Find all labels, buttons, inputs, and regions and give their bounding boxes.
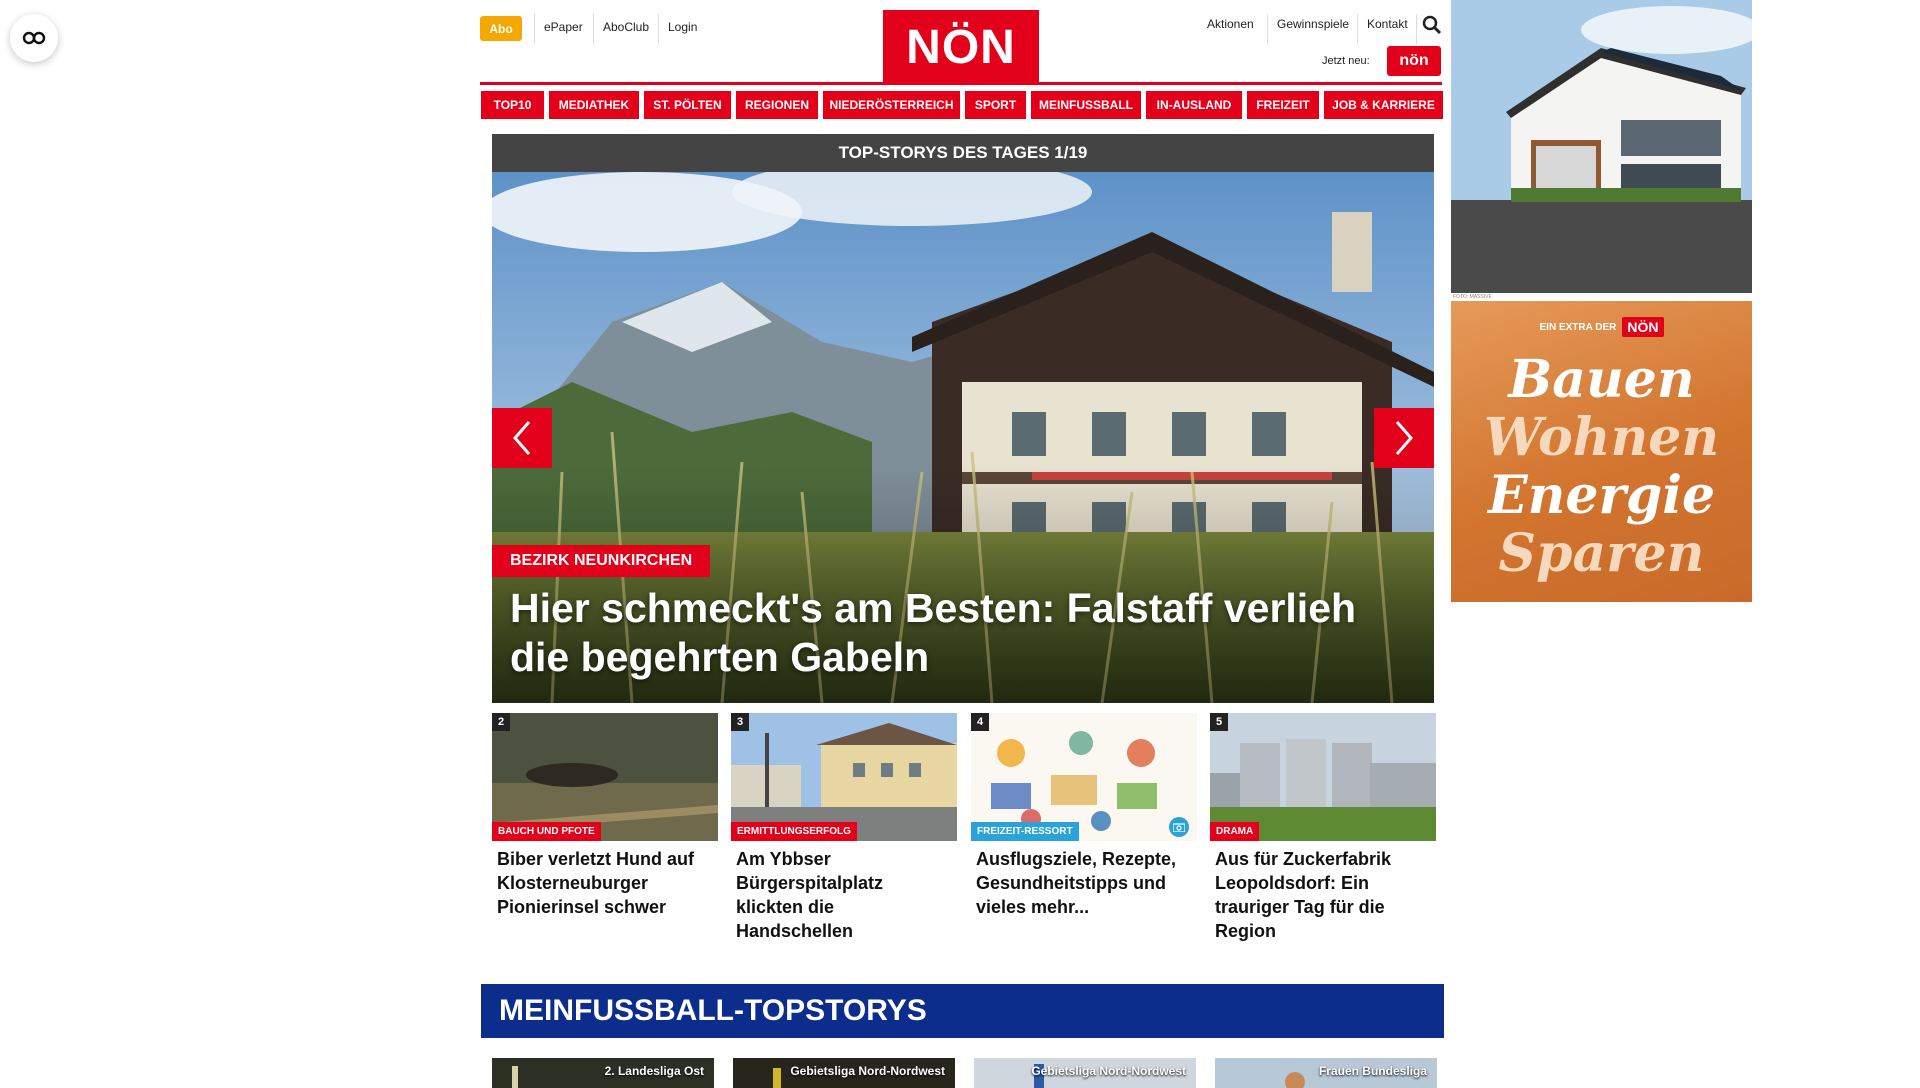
league-label: 2. Landesliga Ost: [604, 1064, 704, 1078]
meinfussball-section-heading[interactable]: MEINFUSSBALL-TOPSTORYS: [481, 984, 1444, 1038]
site-header: Abo ePaper AboClub Login NÖN Aktionen Ge…: [480, 10, 1442, 84]
nav-item-niederoesterreich[interactable]: NIEDERÖSTERREICH: [823, 91, 960, 119]
football-story-thumb[interactable]: Frauen Bundesliga: [1215, 1058, 1437, 1088]
divider: [593, 14, 594, 44]
divider: [1267, 14, 1268, 44]
gewinnspiele-link[interactable]: Gewinnspiele: [1277, 17, 1349, 31]
top-stories-heading: TOP-STORYS DES TAGES 1/19: [492, 134, 1434, 172]
house-advertisement[interactable]: [1451, 0, 1752, 293]
chevron-right-icon: [1395, 421, 1413, 455]
carousel-prev-button[interactable]: [492, 408, 552, 468]
hero-category-tag[interactable]: BEZIRK NEUNKIRCHEN: [492, 545, 711, 577]
nav-item-mediathek[interactable]: MEDIATHEK: [549, 91, 639, 119]
story-card[interactable]: 2 BAUCH UND PFOTE Biber verletzt Hund au…: [492, 713, 718, 919]
story-title[interactable]: Am Ybbser Bürgerspitalplatz klickten die…: [731, 847, 957, 943]
story-card[interactable]: 4 FREIZEIT-RESSORT Ausflugsziele, Rezept…: [971, 713, 1197, 919]
jetzt-neu-label: Jetzt neu:: [1322, 55, 1370, 67]
nav-item-sport[interactable]: SPORT: [965, 91, 1026, 119]
story-card[interactable]: 3 ERMITTLUNGSERFOLG Am Ybbser Bürgerspit…: [731, 713, 957, 943]
football-story-thumb[interactable]: 2. Landesliga Ost: [492, 1058, 714, 1088]
bauen-wohnen-advertisement[interactable]: EIN EXTRA DER NÖN Bauen Wohnen Energie S…: [1451, 301, 1752, 602]
glasses-icon: [22, 31, 46, 45]
story-number: 2: [492, 713, 510, 731]
photo-credit: FOTO: MASSIVE: [1453, 294, 1492, 300]
football-story-thumb[interactable]: Gebietsliga Nord-Nordwest: [733, 1058, 955, 1088]
ad-extra-header: EIN EXTRA DER NÖN: [1451, 317, 1752, 337]
nav-item-in-ausland[interactable]: IN-AUSLAND: [1146, 91, 1242, 119]
divider: [1357, 14, 1358, 44]
accessibility-button[interactable]: [10, 14, 58, 62]
kontakt-link[interactable]: Kontakt: [1367, 17, 1408, 31]
house-photo: [1451, 0, 1752, 293]
story-image[interactable]: 2 BAUCH UND PFOTE: [492, 713, 718, 841]
nav-item-freizeit[interactable]: FREIZEIT: [1247, 91, 1319, 119]
mini-non-logo[interactable]: nön: [1387, 46, 1441, 76]
login-link[interactable]: Login: [668, 20, 697, 34]
story-image[interactable]: 4 FREIZEIT-RESSORT: [971, 713, 1197, 841]
story-card[interactable]: 5 DRAMA Aus für Zuckerfabrik Leopoldsdor…: [1210, 713, 1436, 943]
chevron-left-icon: [513, 421, 531, 455]
hero-slide[interactable]: BEZIRK NEUNKIRCHEN Hier schmeckt's am Be…: [492, 172, 1434, 703]
story-number: 4: [971, 713, 989, 731]
nav-item-job-karriere[interactable]: JOB & KARRIERE: [1324, 91, 1443, 119]
story-title[interactable]: Aus für Zuckerfabrik Leopoldsdorf: Ein t…: [1210, 847, 1436, 943]
ad-non-logo: NÖN: [1622, 317, 1664, 337]
nav-item-st-poelten[interactable]: ST. PÖLTEN: [644, 91, 731, 119]
league-label: Frauen Bundesliga: [1318, 1064, 1427, 1078]
main-nav: TOP10 MEDIATHEK ST. PÖLTEN REGIONEN NIED…: [481, 91, 1443, 119]
story-image[interactable]: 3 ERMITTLUNGSERFOLG: [731, 713, 957, 841]
non-logo[interactable]: NÖN: [883, 10, 1039, 84]
story-number: 5: [1210, 713, 1228, 731]
ad-word-sparen: Sparen: [1498, 523, 1705, 584]
story-number: 3: [731, 713, 749, 731]
ad-word-wohnen: Wohnen: [1483, 407, 1720, 468]
story-tag[interactable]: FREIZEIT-RESSORT: [971, 822, 1079, 841]
league-label: Gebietsliga Nord-Nordwest: [1031, 1064, 1186, 1078]
story-title[interactable]: Biber verletzt Hund auf Klosterneuburger…: [492, 847, 718, 919]
carousel-next-button[interactable]: [1374, 408, 1434, 468]
divider: [1416, 14, 1417, 44]
search-icon[interactable]: [1422, 15, 1442, 35]
story-image[interactable]: 5 DRAMA: [1210, 713, 1436, 841]
aboclub-link[interactable]: AboClub: [603, 20, 649, 34]
divider: [534, 14, 535, 44]
aktionen-link[interactable]: Aktionen: [1207, 17, 1254, 31]
ad-extra-label: EIN EXTRA DER: [1539, 321, 1617, 333]
epaper-link[interactable]: ePaper: [544, 20, 583, 34]
abo-button[interactable]: Abo: [480, 16, 522, 41]
football-story-thumb[interactable]: Gebietsliga Nord-Nordwest: [974, 1058, 1196, 1088]
nav-item-regionen[interactable]: REGIONEN: [736, 91, 818, 119]
ad-word-bauen: Bauen: [1508, 349, 1695, 410]
story-tag[interactable]: BAUCH UND PFOTE: [492, 822, 601, 841]
story-title[interactable]: Ausflugsziele, Rezepte, Gesundheitstipps…: [971, 847, 1197, 919]
camera-icon: [1169, 817, 1189, 837]
league-label: Gebietsliga Nord-Nordwest: [790, 1064, 945, 1078]
story-tag[interactable]: ERMITTLUNGSERFOLG: [731, 822, 857, 841]
story-tag[interactable]: DRAMA: [1210, 822, 1260, 841]
header-divider: [480, 82, 1442, 85]
nav-item-top10[interactable]: TOP10: [481, 91, 544, 119]
nav-item-meinfussball[interactable]: MEINFUSSBALL: [1031, 91, 1141, 119]
hero-headline[interactable]: Hier schmeckt's am Besten: Falstaff verl…: [510, 584, 1370, 682]
ad-word-energie: Energie: [1487, 465, 1716, 526]
divider: [658, 14, 659, 44]
